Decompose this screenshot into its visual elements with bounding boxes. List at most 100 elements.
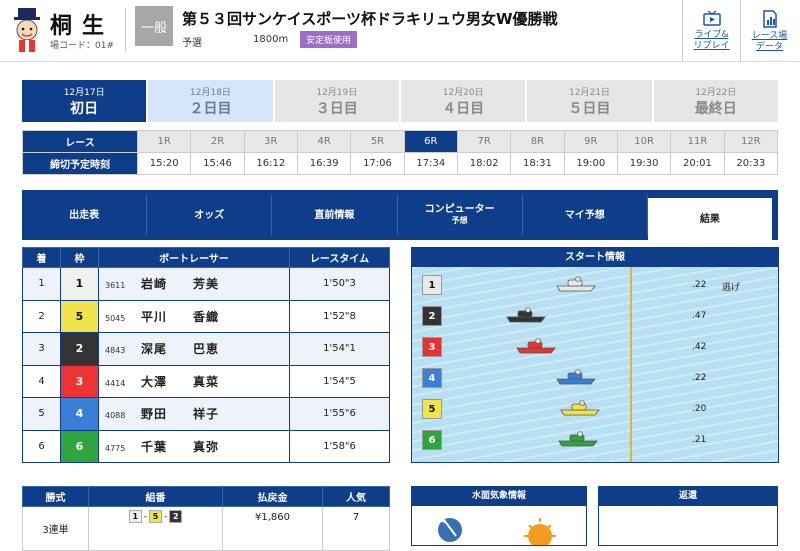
race-tab-9r[interactable]: 9R xyxy=(563,130,618,153)
refund-title: 返還 xyxy=(599,487,777,506)
table-row: 5 4 4088 野田 祥子 1'55"6 xyxy=(22,397,390,431)
start-line xyxy=(630,267,632,462)
tab-results[interactable]: 結果 xyxy=(647,198,773,240)
deadline-time: 18:02 xyxy=(456,152,512,175)
venue-data-button[interactable]: レース場 データ xyxy=(740,0,798,62)
start-timing: .47 xyxy=(692,311,707,321)
day-label: ４日目 xyxy=(442,100,485,117)
racer-name: 平川 香織 xyxy=(141,309,220,324)
racer-id: 4775 xyxy=(105,443,126,453)
day-label: 最終日 xyxy=(694,100,737,117)
frame-number: 4 xyxy=(60,397,99,431)
deadline-time: 17:06 xyxy=(350,152,405,175)
start-water: 1 .22 逃げ 2 .47 3 .42 4 .22 5 .20 6 .21 xyxy=(412,267,778,462)
day-label: ５日目 xyxy=(568,100,611,117)
boat-icon xyxy=(556,369,596,385)
racer-id: 4088 xyxy=(105,411,126,421)
race-tab-6r[interactable]: 6R xyxy=(403,130,458,153)
race-time: 1'52"8 xyxy=(289,299,390,333)
race-tab-1r[interactable]: 1R xyxy=(136,130,192,153)
combo-frame: 5 xyxy=(149,510,162,523)
weather-title: 水面気象情報 xyxy=(412,487,586,506)
day-tab-1[interactable]: 12月17日 初日 xyxy=(22,80,149,122)
tab-computer-prediction[interactable]: コンピューター 予想 xyxy=(398,195,523,235)
winning-tactic: 逃げ xyxy=(722,283,741,293)
document-chart-icon xyxy=(762,10,777,28)
day-date: 12月18日 xyxy=(190,87,231,98)
frame-number: 6 xyxy=(60,429,99,463)
day-date: 12月22日 xyxy=(695,87,737,98)
race-tab-10r[interactable]: 10R xyxy=(616,130,672,153)
combo-frame: 2 xyxy=(169,510,183,523)
race-menu-tabs: 出走表 オッズ 直前情報 コンピューター 予想 マイ予想 結果 xyxy=(22,190,778,240)
day-date: 12月17日 xyxy=(63,87,105,98)
boat-icon xyxy=(506,307,546,323)
tab-entry-list[interactable]: 出走表 xyxy=(22,195,148,235)
race-time: 1'50"3 xyxy=(289,267,390,301)
racer-cell[interactable]: 3611 岩崎 芳美 xyxy=(98,267,290,301)
race-tab-3r[interactable]: 3R xyxy=(243,130,298,153)
race-schedule-table: レース 1R 2R 3R 4R 5R 6R 7R 8R 9R 10R 11R 1… xyxy=(22,130,779,175)
combination: 1 - 5 - 2 xyxy=(88,506,223,551)
race-tab-11r[interactable]: 11R xyxy=(670,130,725,153)
racer-cell[interactable]: 4775 千葉 真弥 xyxy=(98,429,290,463)
racer-name: 野田 祥子 xyxy=(141,407,220,422)
lane-number: 6 xyxy=(422,430,442,450)
col-combination: 組番 xyxy=(88,486,223,507)
frame-number: 5 xyxy=(60,299,99,333)
tab-label: マイ予想 xyxy=(564,209,605,221)
racer-cell[interactable]: 4414 大澤 真菜 xyxy=(98,364,290,398)
day-tab-6[interactable]: 12月22日 最終日 xyxy=(653,80,778,122)
racer-cell[interactable]: 5045 平川 香織 xyxy=(98,299,290,333)
tab-odds[interactable]: オッズ xyxy=(147,195,273,235)
day-label: ３日目 xyxy=(315,100,358,117)
popularity: 7 xyxy=(322,506,390,551)
day-tab-5[interactable]: 12月21日 ５日目 xyxy=(527,80,654,122)
tab-my-prediction[interactable]: マイ予想 xyxy=(523,195,648,235)
combo-separator: - xyxy=(164,511,168,522)
table-row: 3 2 4843 深尾 巴恵 1'54"1 xyxy=(22,332,390,366)
racer-cell[interactable]: 4088 野田 祥子 xyxy=(98,397,290,431)
start-timing: .21 xyxy=(692,435,707,445)
day-tab-4[interactable]: 12月20日 ４日目 xyxy=(400,80,528,122)
lane-number: 1 xyxy=(422,275,442,295)
deadline-time: 15:46 xyxy=(190,152,245,175)
live-replay-label-2: リプレイ xyxy=(693,40,730,51)
frame-number: 3 xyxy=(60,364,99,398)
wind-direction-icon xyxy=(438,518,462,542)
day-tab-2[interactable]: 12月18日 ２日目 xyxy=(148,80,275,122)
deadline-time: 19:30 xyxy=(616,152,672,175)
race-tab-8r[interactable]: 8R xyxy=(510,130,565,153)
boat-icon xyxy=(558,431,598,447)
race-tab-5r[interactable]: 5R xyxy=(350,130,405,153)
race-tab-2r[interactable]: 2R xyxy=(190,130,245,153)
race-tab-7r[interactable]: 7R xyxy=(456,130,512,153)
col-place: 着 xyxy=(22,247,61,268)
tv-icon xyxy=(702,11,721,26)
place: 1 xyxy=(22,267,61,301)
tab-label: 出走表 xyxy=(69,209,100,221)
tab-pre-race-info[interactable]: 直前情報 xyxy=(272,195,398,235)
deadline-time: 16:12 xyxy=(243,152,298,175)
start-timing: .22 xyxy=(692,280,707,290)
deadline-time: 20:01 xyxy=(670,152,725,175)
frame-number: 1 xyxy=(60,267,99,301)
mascot-logo-icon xyxy=(14,8,40,52)
racer-name: 深尾 巴恵 xyxy=(141,342,220,357)
col-race-time: レースタイム xyxy=(289,247,390,268)
racer-cell[interactable]: 4843 深尾 巴恵 xyxy=(98,332,290,366)
tab-sublabel: 予想 xyxy=(451,216,468,226)
col-popularity: 人気 xyxy=(322,486,390,507)
payout-table: 勝式 組番 払戻金 人気 3連単 1 - 5 - 2 ¥1,860 7 xyxy=(22,486,390,551)
live-replay-button[interactable]: ライブ& リプレイ xyxy=(682,0,740,62)
race-tab-4r[interactable]: 4R xyxy=(296,130,352,153)
deadline-time: 18:31 xyxy=(510,152,565,175)
race-tab-12r[interactable]: 12R xyxy=(723,130,779,153)
lane-number: 3 xyxy=(422,337,442,357)
day-date: 12月19日 xyxy=(316,87,358,98)
race-time: 1'58"6 xyxy=(289,429,390,463)
racer-id: 4843 xyxy=(105,346,126,356)
day-tab-3[interactable]: 12月19日 ３日目 xyxy=(274,80,401,122)
header-divider xyxy=(125,8,126,52)
venue-data-label-1: レース場 xyxy=(751,31,788,42)
